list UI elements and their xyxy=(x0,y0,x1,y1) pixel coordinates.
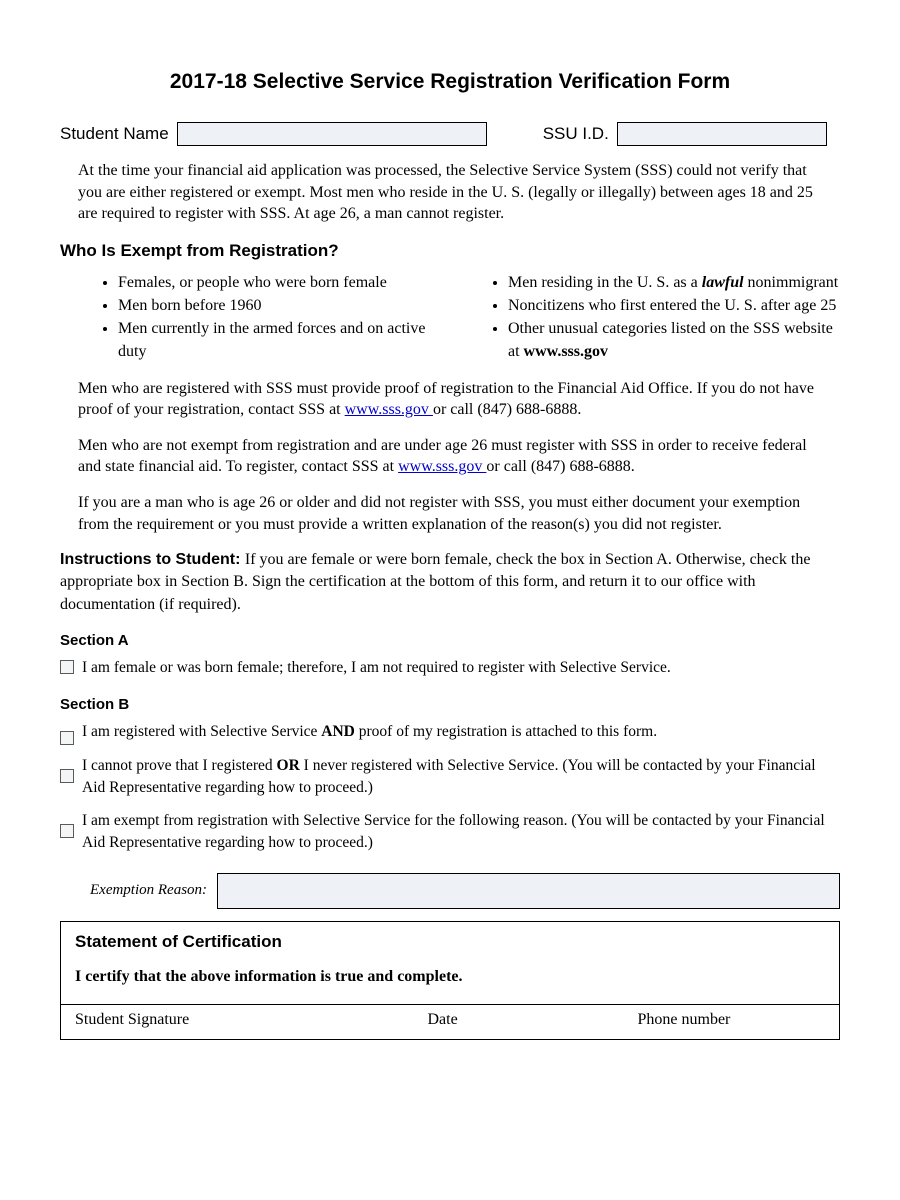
exemption-reason-input[interactable] xyxy=(217,873,840,909)
para-not-exempt: Men who are not exempt from registration… xyxy=(78,435,830,478)
signature-row: Student Signature Date Phone number xyxy=(61,1004,839,1039)
instructions-paragraph: Instructions to Student: If you are fema… xyxy=(60,549,840,616)
exempt-list-left: Females, or people who were born female … xyxy=(100,271,450,364)
exemption-reason-row: Exemption Reason: xyxy=(90,873,840,909)
section-b-option-1: I am registered with Selective Service A… xyxy=(60,721,840,745)
sss-link[interactable]: www.sss.gov xyxy=(398,458,486,475)
list-item: Females, or people who were born female xyxy=(118,271,450,294)
para-registered: Men who are registered with SSS must pro… xyxy=(78,378,830,421)
list-item: Men born before 1960 xyxy=(118,294,450,317)
sss-link[interactable]: www.sss.gov xyxy=(345,401,433,418)
ssu-id-label: SSU I.D. xyxy=(543,124,609,144)
section-b-option-2: I cannot prove that I registered OR I ne… xyxy=(60,755,840,800)
option-text: I cannot prove that I registered OR I ne… xyxy=(82,755,840,800)
exempt-columns: Females, or people who were born female … xyxy=(100,271,840,364)
section-a-heading: Section A xyxy=(60,632,840,649)
list-item: Men currently in the armed forces and on… xyxy=(118,317,450,363)
section-b-heading: Section B xyxy=(60,696,840,713)
page-title: 2017-18 Selective Service Registration V… xyxy=(60,70,840,94)
list-item: Other unusual categories listed on the S… xyxy=(508,317,840,363)
certification-statement: I certify that the above information is … xyxy=(75,968,825,986)
student-name-input[interactable] xyxy=(177,122,487,146)
checkbox-exempt[interactable] xyxy=(60,824,74,838)
certification-box: Statement of Certification I certify tha… xyxy=(60,921,840,1040)
option-text: I am exempt from registration with Selec… xyxy=(82,810,840,855)
intro-paragraph: At the time your financial aid applicati… xyxy=(78,160,830,225)
signature-label: Student Signature xyxy=(75,1011,428,1029)
checkbox-female[interactable] xyxy=(60,660,74,674)
name-id-row: Student Name SSU I.D. xyxy=(60,122,840,146)
form-page: 2017-18 Selective Service Registration V… xyxy=(0,0,900,1080)
section-b-option-3: I am exempt from registration with Selec… xyxy=(60,810,840,855)
para-over-26: If you are a man who is age 26 or older … xyxy=(78,492,830,535)
checkbox-cannot-prove[interactable] xyxy=(60,769,74,783)
section-a-text: I am female or was born female; therefor… xyxy=(82,657,671,679)
certification-heading: Statement of Certification xyxy=(75,932,825,952)
exempt-list-right: Men residing in the U. S. as a lawful no… xyxy=(490,271,840,364)
option-text: I am registered with Selective Service A… xyxy=(82,721,657,743)
list-item: Noncitizens who first entered the U. S. … xyxy=(508,294,840,317)
ssu-id-input[interactable] xyxy=(617,122,827,146)
checkbox-registered[interactable] xyxy=(60,731,74,745)
exemption-reason-label: Exemption Reason: xyxy=(90,882,207,899)
exempt-heading: Who Is Exempt from Registration? xyxy=(60,241,840,261)
student-name-label: Student Name xyxy=(60,124,169,144)
phone-label: Phone number xyxy=(638,1011,826,1029)
list-item: Men residing in the U. S. as a lawful no… xyxy=(508,271,840,294)
date-label: Date xyxy=(428,1011,638,1029)
section-a-option: I am female or was born female; therefor… xyxy=(60,657,840,679)
